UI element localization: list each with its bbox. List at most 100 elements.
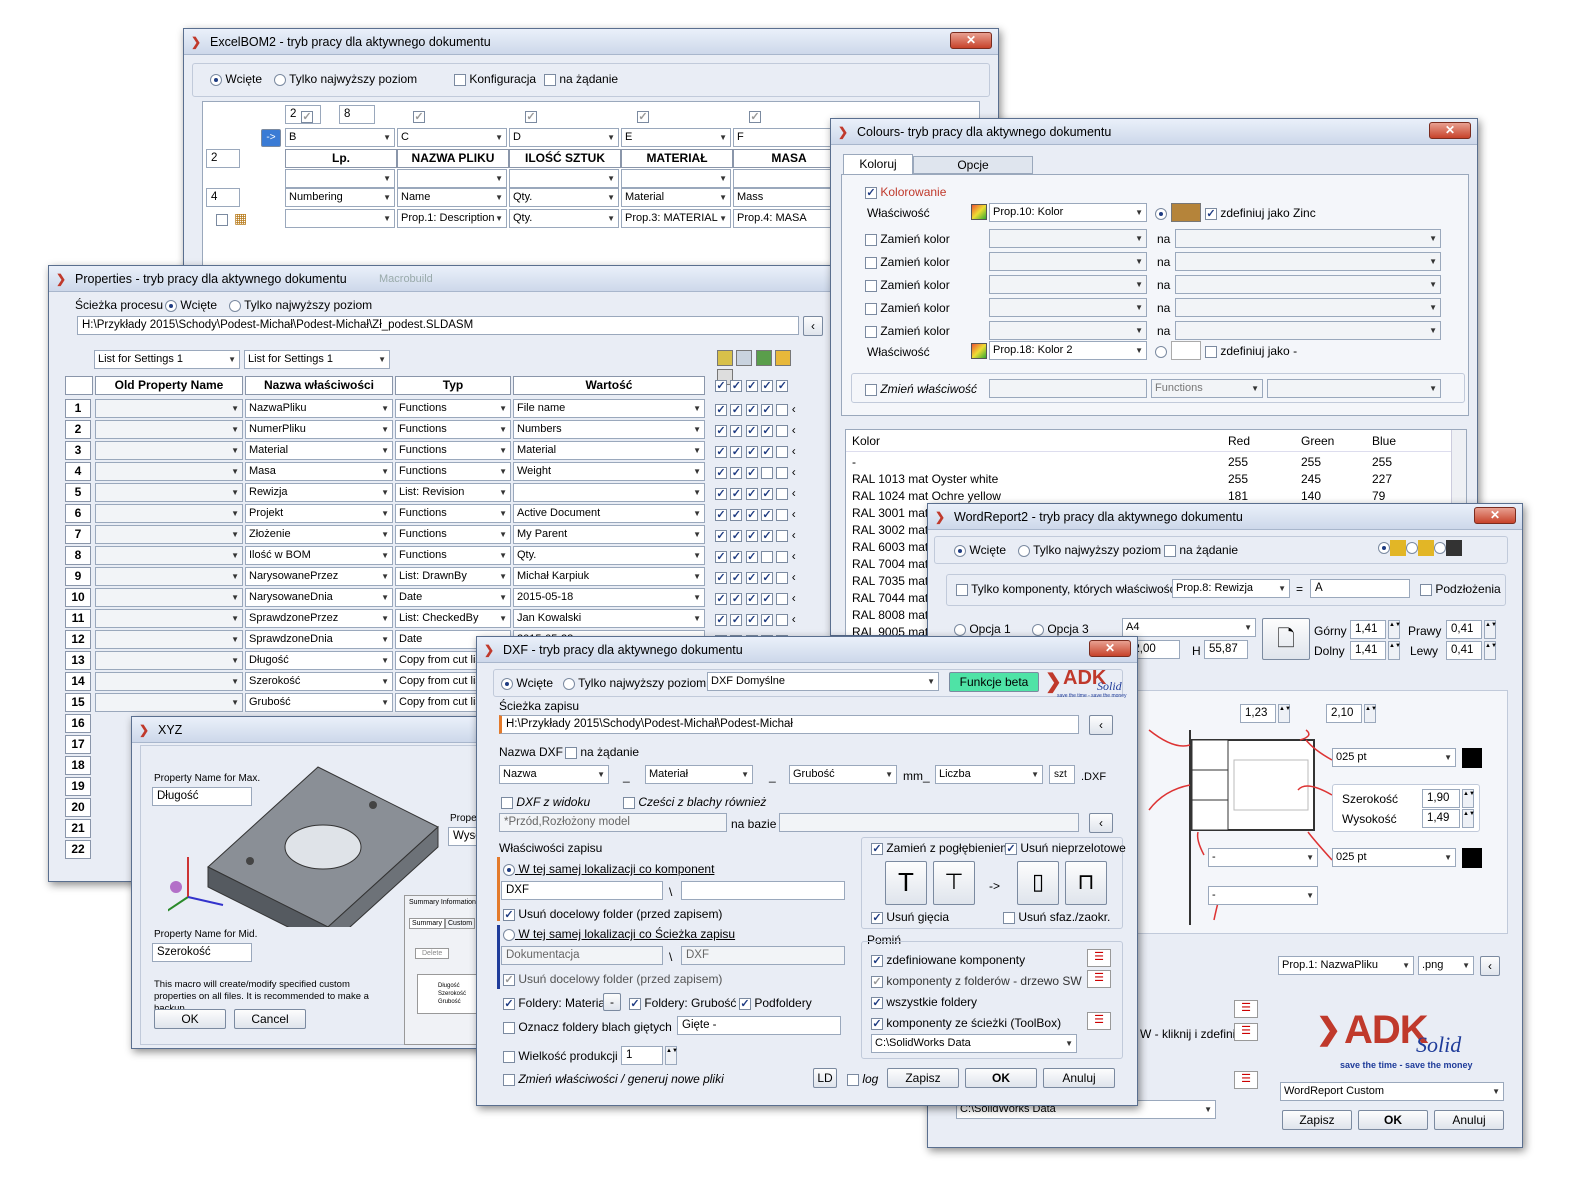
from-colour-dropdown[interactable] — [989, 252, 1147, 271]
filter-prop-dropdown[interactable]: Prop.8: Rewizja — [1172, 579, 1290, 598]
ok-button[interactable]: OK — [965, 1068, 1037, 1088]
prop-name-dropdown[interactable]: Rewizja — [245, 483, 393, 502]
tab-summary[interactable]: Summary — [409, 918, 445, 929]
zmien-checkbox[interactable]: Zmień właściwości / generuj nowe pliki — [503, 1072, 724, 1086]
fm-checkbox[interactable]: ✓ Foldery: Materiał — [503, 996, 608, 1010]
zamien-checkbox[interactable]: ✓ Zamień z pogłębieniem — [871, 841, 1010, 855]
top-level-radio[interactable]: Tylko najwyższy poziom — [563, 676, 706, 690]
layout-dd-1[interactable]: - — [1208, 848, 1318, 867]
value-dropdown[interactable]: Jan Kowalski — [513, 609, 705, 628]
col-source-dropdown[interactable]: Qty. — [509, 188, 619, 207]
browse-button[interactable]: ‹ — [1089, 715, 1113, 735]
value-dropdown[interactable]: Active Document — [513, 504, 705, 523]
margin-x-input[interactable]: 1,23 — [1240, 704, 1276, 723]
start-col-input[interactable]: 8 — [339, 105, 375, 124]
rows2-input[interactable]: 4 — [206, 188, 240, 207]
ral-name[interactable]: RAL 6003 mat — [852, 540, 928, 554]
wciete-radio[interactable]: Wcięte — [165, 298, 217, 312]
old-name-dropdown[interactable] — [95, 693, 243, 712]
list-icon[interactable]: ☰ — [1234, 1023, 1258, 1041]
zamien-kolor-checkbox[interactable]: Zamień kolor — [865, 324, 950, 338]
countersink-icon[interactable]: T — [885, 861, 927, 905]
from-colour-dropdown[interactable] — [989, 229, 1147, 248]
browse-button[interactable]: ‹ — [803, 316, 823, 336]
gorny-input[interactable]: 1,41 — [1350, 620, 1386, 639]
to-colour-dropdown[interactable] — [1175, 252, 1441, 271]
ld-button[interactable]: LD — [813, 1068, 837, 1088]
row-checks[interactable]: ✓ ✓ ✓ ✓ ‹ — [715, 507, 796, 521]
col-check[interactable]: ✓ — [301, 109, 313, 123]
fg-checkbox[interactable]: ✓ Foldery: Grubość — [629, 996, 736, 1010]
gorny-spin[interactable]: ▲▼ — [1388, 620, 1401, 639]
name-field-1[interactable]: Nazwa — [499, 765, 609, 784]
list-icon[interactable]: ☰ — [1234, 1000, 1258, 1018]
zdef-checkbox[interactable]: zdefiniuj jako - — [1205, 344, 1297, 358]
row-checkbox[interactable] — [216, 212, 228, 226]
arrow-button[interactable]: -> — [261, 129, 281, 147]
dolny-spin[interactable]: ▲▼ — [1388, 641, 1401, 660]
property1-dropdown[interactable]: Prop.10: Kolor — [989, 203, 1147, 222]
property2-dropdown[interactable]: Prop.18: Kolor 2 — [989, 341, 1147, 360]
margin-y-input[interactable]: 2,10 — [1326, 704, 1362, 723]
page-button[interactable]: 🗋 — [1262, 618, 1310, 660]
wysokosc-spin[interactable]: ▲▼ — [1462, 809, 1475, 828]
zapisz-button[interactable]: Zapisz — [887, 1068, 959, 1088]
row-checks[interactable]: ✓ ✓ ✓ ✓ ‹ — [715, 423, 796, 437]
usun1-checkbox[interactable]: ✓ Usuń docelowy folder (przed zapisem) — [503, 907, 722, 921]
sw-data-dropdown[interactable]: C:\SolidWorks Data — [871, 1034, 1077, 1053]
ozn-checkbox[interactable]: Oznacz foldery blach giętych — [503, 1020, 672, 1034]
from-colour-dropdown[interactable] — [989, 321, 1147, 340]
loc1-radio[interactable]: W tej samej lokalizacji co komponent — [503, 862, 714, 876]
color2-radio[interactable] — [1155, 344, 1167, 358]
color1-radio[interactable] — [1155, 206, 1167, 220]
excel-icon[interactable] — [755, 350, 772, 366]
preset-dropdown[interactable]: DXF Domyślne — [707, 672, 939, 691]
col-check[interactable]: ✓ — [749, 109, 761, 123]
row-checks[interactable]: ✓ ✓ ✓ ✓ ‹ — [715, 528, 796, 542]
prop-name-dropdown[interactable]: Długość — [245, 651, 393, 670]
prop-name-dropdown[interactable]: NarysowaneDnia — [245, 588, 393, 607]
prop-name-dropdown[interactable]: Masa — [245, 462, 393, 481]
to-colour-dropdown[interactable] — [1175, 298, 1441, 317]
col-check[interactable]: ✓ — [637, 109, 649, 123]
old-name-dropdown[interactable] — [95, 588, 243, 607]
ral-name[interactable]: RAL 7035 mat — [852, 574, 928, 588]
na-zadanie-checkbox[interactable]: na żądanie — [565, 745, 639, 759]
col-source-dropdown[interactable]: Name — [397, 188, 507, 207]
name-field-2[interactable]: Materiał — [645, 765, 753, 784]
zamien-kolor-checkbox[interactable]: Zamień kolor — [865, 278, 950, 292]
path-input[interactable]: H:\Przykłady 2015\Schody\Podest-Michał\P… — [499, 715, 1079, 734]
wysokosc-input[interactable]: 1,49 — [1422, 809, 1460, 828]
tab-custom[interactable]: Custom — [445, 918, 476, 929]
old-name-dropdown[interactable] — [95, 609, 243, 628]
to-colour-dropdown[interactable] — [1175, 321, 1441, 340]
beta-button[interactable]: Funkcje beta — [949, 672, 1039, 692]
wielk-checkbox[interactable]: Wielkość produkcji — [503, 1049, 618, 1063]
mid-input[interactable]: Szerokość — [152, 943, 252, 962]
giete-input[interactable]: Gięte - — [677, 1016, 841, 1035]
log-checkbox[interactable]: log — [847, 1072, 878, 1086]
old-name-dropdown[interactable] — [95, 525, 243, 544]
col-empty-dropdown[interactable] — [285, 169, 395, 188]
col-prop-dropdown[interactable]: Prop.1: Description — [397, 209, 507, 228]
lewy-input[interactable]: 0,41 — [1446, 641, 1482, 660]
type-dropdown[interactable]: Functions — [395, 525, 511, 544]
ral-name[interactable]: RAL 8008 mat — [852, 608, 928, 622]
old-name-dropdown[interactable] — [95, 462, 243, 481]
image-format-dropdown[interactable]: .png — [1418, 956, 1474, 975]
loc2-radio[interactable]: W tej samej lokalizacji co Ścieżka zapis… — [503, 927, 735, 941]
ok-button[interactable]: OK — [1358, 1110, 1428, 1130]
wciete-radio[interactable]: Wcięte — [501, 676, 553, 690]
ral-name[interactable]: RAL 7004 mat — [852, 557, 928, 571]
old-name-dropdown[interactable] — [95, 546, 243, 565]
base-input[interactable] — [779, 813, 1079, 832]
old-name-dropdown[interactable] — [95, 651, 243, 670]
mode-radios[interactable] — [1378, 540, 1462, 556]
zmien-value-dropdown[interactable] — [1267, 379, 1441, 398]
sep-button[interactable]: - — [603, 993, 621, 1011]
prawy-input[interactable]: 0,41 — [1446, 620, 1482, 639]
list-settings-2[interactable]: List for Settings 1 — [244, 350, 390, 369]
top-level-radio[interactable]: Tylko najwyższy poziom — [274, 72, 417, 86]
col-prop-dropdown[interactable]: Qty. — [509, 209, 619, 228]
subfolder-input[interactable] — [681, 881, 845, 900]
